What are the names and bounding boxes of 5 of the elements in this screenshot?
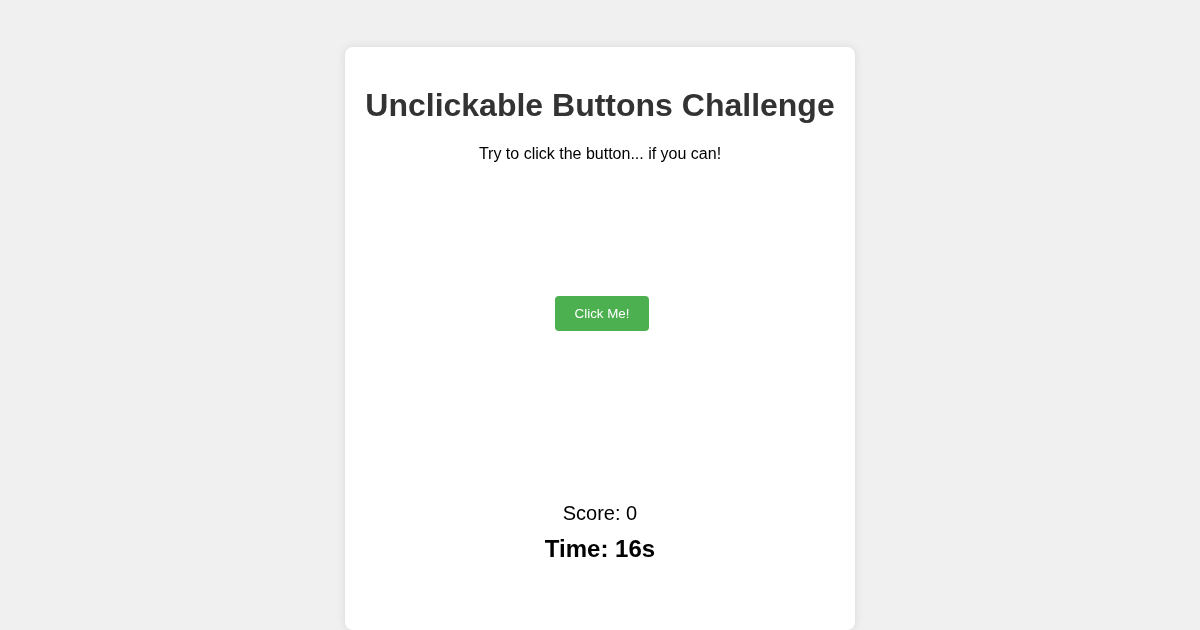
score-text: Score: 0 <box>562 502 638 525</box>
page-title: Unclickable Buttons Challenge <box>365 87 835 124</box>
click-me-button[interactable]: Click Me! <box>554 295 650 331</box>
time-text: Time: 16s <box>544 535 656 563</box>
instructions-text: Try to click the button... if you can! <box>477 145 723 163</box>
